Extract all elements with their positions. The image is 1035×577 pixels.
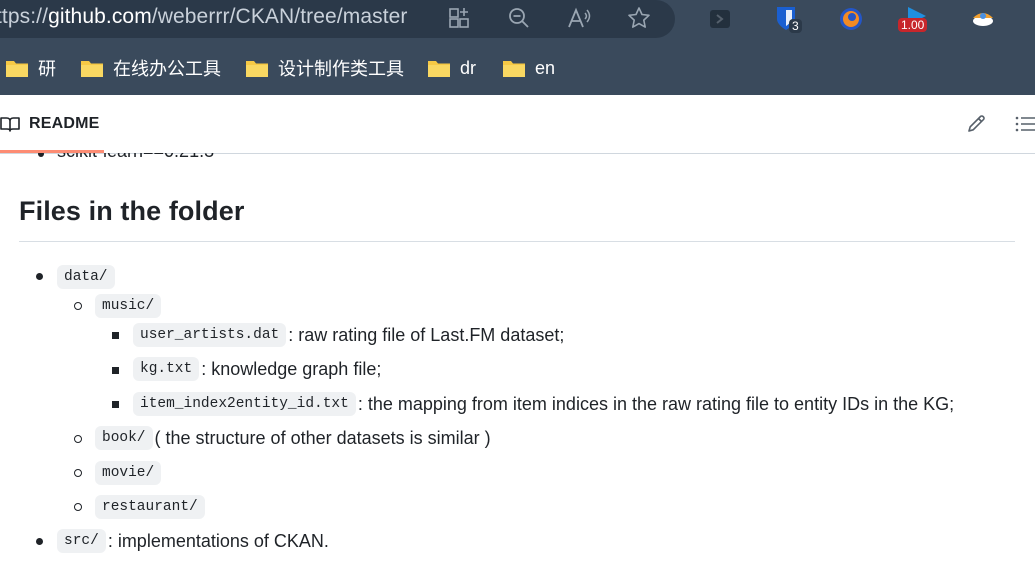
extension-dark-icon[interactable] (706, 4, 736, 34)
inline-code: movie/ (95, 461, 162, 485)
list-item-user-artists: user_artists.dat : raw rating file of La… (133, 321, 564, 349)
bullet (36, 273, 43, 280)
list-item-src: src/ : implementations of CKAN. (57, 527, 329, 555)
zoom-icon[interactable] (506, 5, 532, 31)
bookmark-folder[interactable]: 设计制作类工具 (245, 52, 404, 84)
bullet (38, 153, 44, 157)
bullet (36, 538, 43, 545)
table-of-contents-icon[interactable] (1012, 113, 1035, 135)
bookmark-folder[interactable]: 在线办公工具 (80, 52, 221, 84)
book-icon (0, 114, 20, 134)
inline-code: item_index2entity_id.txt (133, 392, 356, 416)
list-item-restaurant: restaurant/ (95, 493, 205, 521)
list-item-movie: movie/ (95, 459, 162, 487)
readme-tab[interactable]: README (0, 111, 100, 137)
inline-code: kg.txt (133, 357, 200, 381)
list-item-item-index: item_index2entity_id.txt : the mapping f… (133, 390, 954, 418)
firefox-style-extension-icon[interactable] (836, 4, 866, 34)
favorite-star-icon[interactable] (626, 5, 652, 31)
video-speed-badge: 1.00 (898, 18, 928, 32)
bookmark-label: en (535, 57, 556, 78)
inline-code: restaurant/ (95, 495, 205, 519)
read-aloud-icon[interactable] (566, 5, 592, 31)
translate-extension-icon[interactable] (968, 4, 998, 34)
bookmark-label: 设计制作类工具 (278, 59, 404, 79)
readme-tab-label: README (29, 115, 100, 132)
list-item-book: book/ ( the structure of other datasets … (95, 424, 491, 452)
folder-icon (502, 58, 526, 78)
bullet (112, 367, 119, 374)
folder-icon (245, 58, 269, 78)
inline-code: data/ (57, 265, 115, 289)
bullet (74, 503, 82, 511)
inline-code: user_artists.dat (133, 323, 287, 347)
readme-content: scikit-learn==0.21.3 Files in the folder… (0, 153, 1035, 577)
bookmark-folder[interactable]: 研 (5, 52, 56, 84)
inline-code: music/ (95, 294, 162, 318)
bullet (112, 332, 119, 339)
list-item-kg: kg.txt : knowledge graph file; (133, 355, 381, 383)
inline-code: book/ (95, 426, 153, 450)
bitwarden-badge: 3 (789, 19, 802, 33)
address-bar[interactable]: ttps://github.com/weberrr/CKAN/tree/mast… (0, 0, 675, 38)
edit-file-button[interactable] (964, 113, 990, 135)
bullet (74, 435, 82, 443)
bookmark-label: dr (460, 57, 477, 78)
bookmark-label: 研 (38, 59, 56, 79)
app-available-icon[interactable] (446, 5, 472, 31)
section-heading: Files in the folder (19, 196, 245, 226)
folder-icon (80, 58, 104, 78)
bullet (74, 302, 82, 310)
inline-code: src/ (57, 529, 106, 553)
url-text[interactable]: ttps://github.com/weberrr/CKAN/tree/mast… (0, 5, 408, 29)
bookmark-folder[interactable]: dr (427, 52, 476, 84)
folder-icon (5, 58, 29, 78)
bookmark-label: 在线办公工具 (113, 59, 221, 79)
browser-toolbar: ttps://github.com/weberrr/CKAN/tree/mast… (0, 0, 1035, 95)
folder-icon (427, 58, 451, 78)
readme-header: README (0, 95, 1035, 154)
list-item-music: music/ (95, 292, 162, 320)
heading-divider (19, 241, 1015, 242)
bullet (112, 401, 119, 408)
list-item-data: data/ (57, 263, 115, 291)
bookmark-folder[interactable]: en (502, 52, 555, 84)
bullet (74, 469, 82, 477)
